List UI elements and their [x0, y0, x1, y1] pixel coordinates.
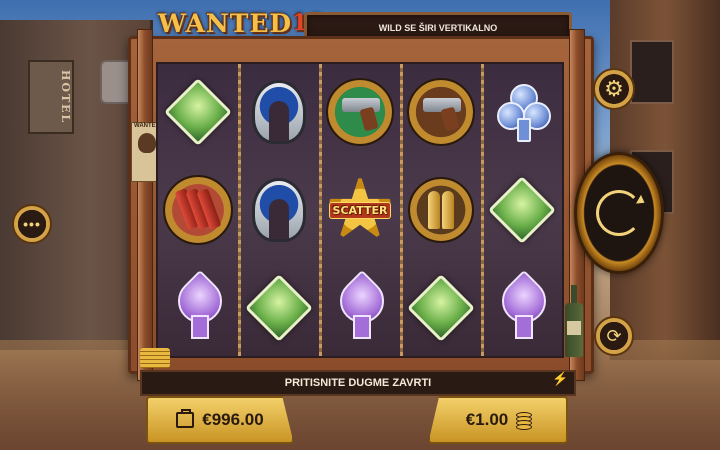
- balance-value: €996.00: [202, 410, 264, 429]
- logo-text: WANTED: [158, 8, 293, 38]
- green-diamond-icon: [407, 274, 475, 342]
- symbol-purple-spade: [158, 260, 238, 356]
- symbol-green-diamond: [239, 260, 319, 356]
- scatter-label: SCATTER: [328, 201, 392, 219]
- symbol-green-diamond: [158, 64, 238, 160]
- autoplay-icon: ⟳: [606, 325, 622, 346]
- bottle-decoration: [565, 285, 583, 357]
- background-window: [630, 40, 674, 104]
- symbol-horseshoe: [239, 64, 319, 160]
- reel-4: [401, 64, 481, 356]
- revolver-icon: [326, 78, 394, 146]
- bet-value: €1.00: [465, 410, 509, 429]
- spin-arrow-icon: [596, 190, 642, 236]
- symbol-purple-spade: [320, 260, 400, 356]
- purple-spade-icon: [492, 269, 556, 339]
- purple-spade-icon: [168, 269, 232, 339]
- gear-icon: ⚙: [604, 76, 624, 101]
- symbol-revolver: [320, 64, 400, 160]
- outlaw-portrait: [138, 133, 156, 153]
- symbol-blue-club: [482, 64, 562, 160]
- blue-club-icon: [497, 84, 551, 142]
- wallet-icon: [176, 409, 195, 428]
- purple-spade-icon: [330, 269, 394, 339]
- lightning-icon[interactable]: ⚡: [552, 371, 568, 387]
- reel-2: [239, 64, 319, 356]
- bullets-icon: [408, 177, 474, 243]
- symbol-dynamite: [158, 162, 238, 258]
- reel-1: [158, 64, 238, 356]
- bet-selector[interactable]: €1.00: [428, 396, 568, 444]
- settings-button[interactable]: ⚙: [593, 68, 635, 110]
- reel-grid: SCATTER: [156, 62, 564, 358]
- symbol-scatter: SCATTER: [320, 162, 400, 258]
- balance-display: €996.00: [146, 396, 294, 444]
- symbol-revolver-holster: [401, 64, 481, 160]
- autoplay-button[interactable]: ⟳: [594, 316, 634, 356]
- revolver-holster-icon: [407, 78, 475, 146]
- menu-button[interactable]: •••: [12, 204, 52, 244]
- symbol-bullets: [401, 162, 481, 258]
- symbol-horseshoe: [239, 162, 319, 258]
- symbol-purple-spade: [482, 260, 562, 356]
- dynamite-icon: [163, 175, 233, 245]
- green-diamond-icon: [245, 274, 313, 342]
- symbol-green-diamond: [482, 162, 562, 258]
- reel-5: [482, 64, 562, 356]
- spin-button[interactable]: [574, 152, 664, 274]
- menu-dots-icon: •••: [23, 216, 41, 232]
- horseshoe-icon: [252, 178, 306, 242]
- reel-3: SCATTER: [320, 64, 400, 356]
- green-diamond-icon: [488, 176, 556, 244]
- coins-icon: [516, 412, 533, 430]
- green-diamond-icon: [164, 78, 232, 146]
- horseshoe-icon: [252, 80, 306, 144]
- symbol-green-diamond: [401, 260, 481, 356]
- sheriff-star-icon: SCATTER: [323, 173, 397, 247]
- hotel-sign: HOTEL: [28, 60, 74, 134]
- status-message: PRITISNITE DUGME ZAVRTI: [140, 370, 576, 396]
- coin-stack-decoration: [140, 348, 170, 368]
- frame-post-left: [137, 29, 153, 381]
